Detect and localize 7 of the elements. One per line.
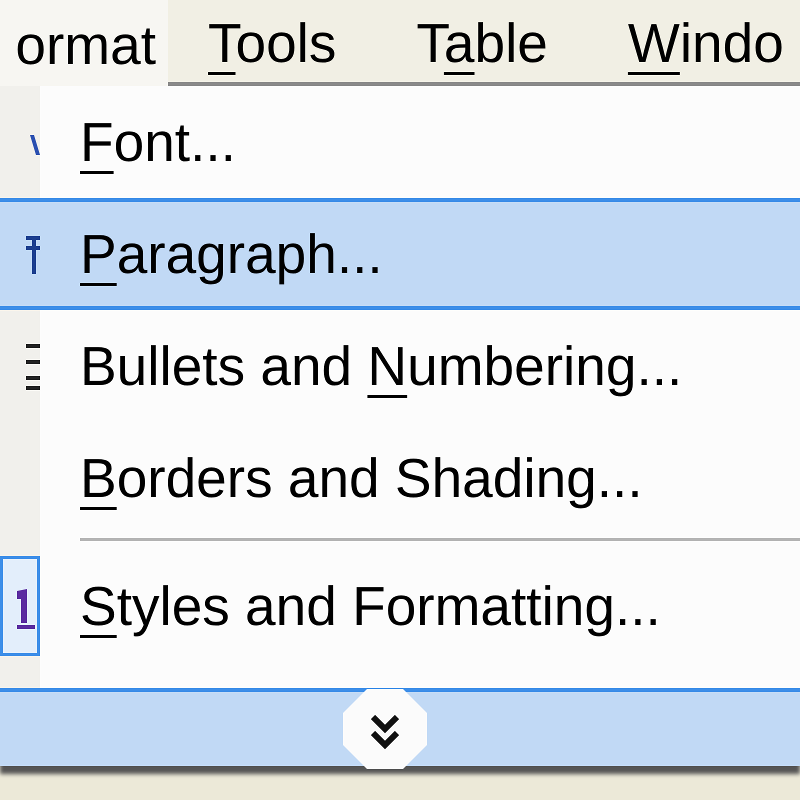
menu-item[interactable]: Bullets and Numbering... <box>0 310 800 422</box>
menu-bar-item[interactable]: ormat <box>0 0 168 86</box>
menu-item[interactable]: Styles and Formatting... <box>0 550 800 662</box>
menu-item[interactable]: Font... <box>0 86 800 198</box>
expand-bar[interactable] <box>0 688 800 766</box>
menu-item[interactable]: Borders and Shading... <box>0 422 800 534</box>
menu-item[interactable]: Paragraph... <box>0 198 800 310</box>
